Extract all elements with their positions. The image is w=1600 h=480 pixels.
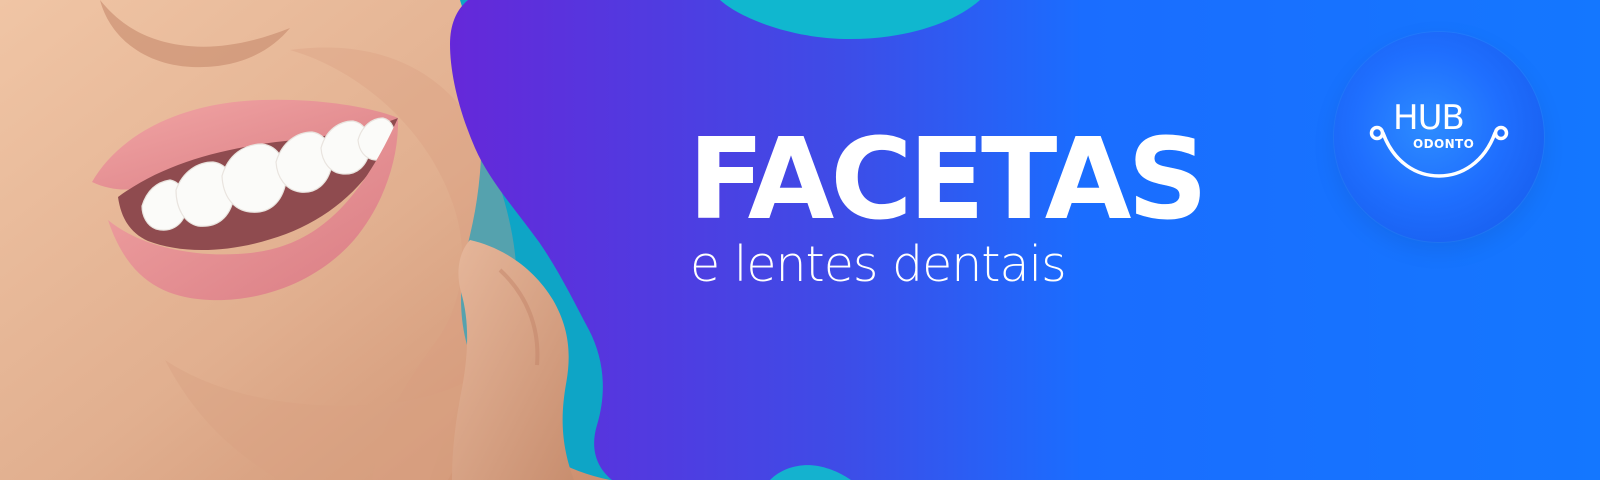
logo-hub-text: HUB — [1393, 98, 1464, 138]
headline-subtitle: e lentes dentais — [690, 236, 1067, 293]
logo-odonto-text: ODONTO — [1413, 137, 1474, 151]
headline-title: FACETAS — [688, 115, 1208, 245]
headline-group: FACETAS e lentes dentais — [688, 124, 1248, 289]
brand-logo: HUB ODONTO — [1334, 32, 1544, 242]
promo-banner: FACETAS e lentes dentais HUB ODONTO — [0, 0, 1600, 480]
